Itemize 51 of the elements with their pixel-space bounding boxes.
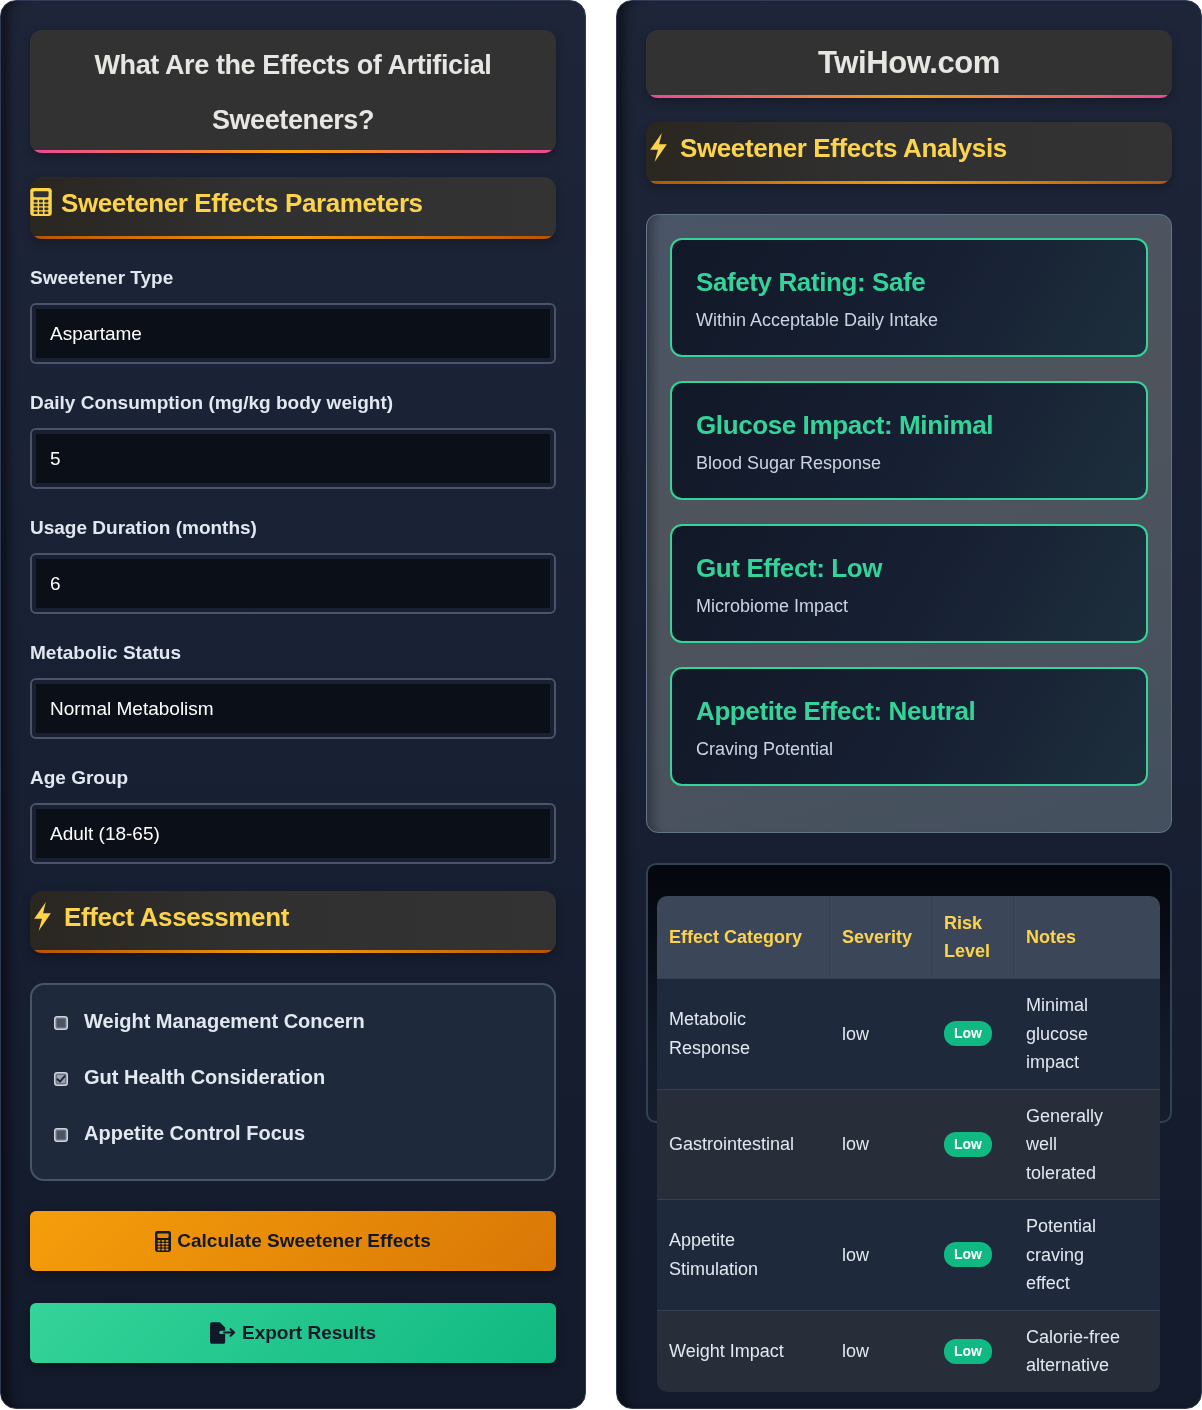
checkbox-label[interactable]: Weight Management Concern bbox=[84, 1008, 365, 1034]
table-cell-text: Generally well tolerated bbox=[1025, 1104, 1105, 1185]
page-title: What Are the Effects of Artificial Sweeteners? bbox=[93, 49, 493, 137]
result-title: Safety Rating: Safe bbox=[696, 266, 927, 299]
risk-level-badge: Low bbox=[944, 1131, 992, 1157]
risk-level-badge: Low bbox=[944, 1021, 992, 1047]
risk-level-badge: Low bbox=[944, 1242, 992, 1268]
risk-level-badge: Low bbox=[944, 1338, 992, 1364]
checkbox-label[interactable]: Appetite Control Focus bbox=[84, 1120, 306, 1146]
input-field[interactable]: 5 bbox=[30, 428, 556, 489]
table-cell-text: low bbox=[841, 1243, 870, 1267]
checkbox[interactable] bbox=[54, 1072, 68, 1086]
result-title: Glucose Impact: Minimal bbox=[696, 409, 995, 442]
result-subtitle: Craving Potential bbox=[696, 738, 835, 761]
checkbox[interactable] bbox=[54, 1016, 68, 1030]
export-button[interactable]: Export Results bbox=[30, 1303, 556, 1363]
result-subtitle: Blood Sugar Response bbox=[696, 452, 883, 475]
section-title: Sweetener Effects Parameters bbox=[61, 187, 423, 220]
table-cell-text: low bbox=[841, 1339, 870, 1363]
table-cell-text: Gastrointestinal bbox=[668, 1133, 796, 1156]
section-title: Effect Assessment bbox=[64, 901, 289, 934]
column-header: Notes bbox=[1025, 926, 1077, 949]
result-title: Gut Effect: Low bbox=[696, 552, 884, 585]
calculator-icon bbox=[30, 188, 52, 216]
input-field[interactable]: Aspartame bbox=[30, 303, 556, 364]
field-label: Daily Consumption (mg/kg body weight) bbox=[30, 391, 395, 415]
input-field[interactable]: 6 bbox=[30, 553, 556, 614]
table-cell-text: Potential craving effect bbox=[1025, 1215, 1098, 1295]
result-title: Appetite Effect: Neutral bbox=[696, 695, 977, 728]
result-subtitle: Microbiome Impact bbox=[696, 595, 850, 618]
field-label: Usage Duration (months) bbox=[30, 516, 258, 540]
table-cell-text: Calorie-free alternative bbox=[1025, 1325, 1122, 1377]
table-cell-text: low bbox=[841, 1133, 870, 1156]
checkbox[interactable] bbox=[54, 1128, 68, 1142]
table-cell-text: Minimal glucose impact bbox=[1025, 994, 1090, 1074]
section-title: Sweetener Effects Analysis bbox=[680, 132, 1007, 165]
field-label: Age Group bbox=[30, 766, 130, 790]
table-cell-text: Metabolic Response bbox=[668, 1008, 752, 1060]
checkbox-label[interactable]: Gut Health Consideration bbox=[84, 1064, 326, 1090]
field-label: Metabolic Status bbox=[30, 641, 182, 665]
calculator-icon bbox=[155, 1230, 172, 1252]
file-export-icon bbox=[209, 1322, 236, 1344]
table-cell-text: Weight Impact bbox=[668, 1339, 785, 1363]
input-field[interactable]: Normal Metabolism bbox=[30, 678, 556, 739]
table-cell-text: Appetite Stimulation bbox=[668, 1229, 760, 1281]
field-label: Sweetener Type bbox=[30, 266, 175, 290]
site-title: TwiHow.com bbox=[818, 46, 1000, 80]
table-cell-text: low bbox=[841, 1022, 870, 1046]
result-subtitle: Within Acceptable Daily Intake bbox=[696, 309, 940, 332]
calculate-button[interactable]: Calculate Sweetener Effects bbox=[30, 1211, 556, 1271]
input-field[interactable]: Adult (18-65) bbox=[30, 803, 556, 864]
